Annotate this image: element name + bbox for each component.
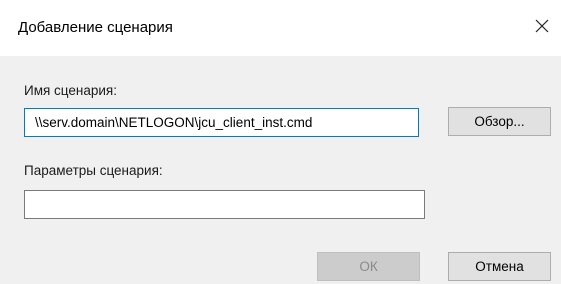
cancel-button[interactable]: Отмена: [448, 252, 551, 281]
script-name-input[interactable]: \\serv.domain\NETLOGON\jcu_client_inst.c…: [24, 108, 419, 137]
add-script-dialog: Добавление сценария Имя сценария: \\serv…: [0, 0, 561, 284]
dialog-title: Добавление сценария: [18, 19, 173, 36]
dialog-titlebar: Добавление сценария: [0, 0, 561, 56]
browse-button[interactable]: Обзор...: [448, 107, 551, 136]
close-icon: [535, 19, 549, 33]
ok-button[interactable]: ОК: [317, 252, 420, 281]
script-name-label: Имя сценария:: [24, 83, 117, 98]
script-params-label: Параметры сценария:: [24, 163, 163, 178]
script-params-input[interactable]: [24, 190, 425, 219]
close-button[interactable]: [528, 12, 556, 40]
